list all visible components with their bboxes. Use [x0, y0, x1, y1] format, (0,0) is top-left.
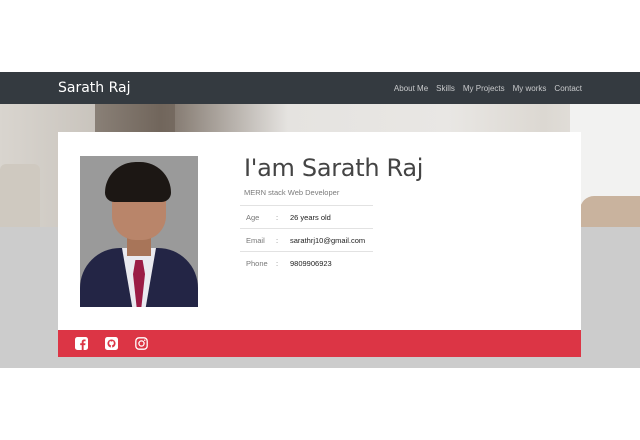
- nav-about-me[interactable]: About Me: [394, 84, 428, 93]
- detail-value: 9809906923: [290, 251, 373, 274]
- nav-skills[interactable]: Skills: [436, 84, 455, 93]
- detail-separator: :: [276, 205, 290, 229]
- profile-name: I'am Sarath Raj: [244, 154, 424, 182]
- brand-name[interactable]: Sarath Raj: [58, 78, 131, 98]
- github-icon[interactable]: [105, 337, 118, 350]
- table-row: Email : sarathrj10@gmail.com: [240, 228, 373, 252]
- profile-role: MERN stack Web Developer: [244, 188, 340, 197]
- social-bar: [58, 330, 581, 357]
- detail-separator: :: [276, 228, 290, 252]
- table-row: Age : 26 years old: [240, 205, 373, 229]
- instagram-icon[interactable]: [135, 337, 148, 350]
- nav-my-works[interactable]: My works: [513, 84, 547, 93]
- profile-photo: [80, 156, 198, 307]
- profile-card: I'am Sarath Raj MERN stack Web Developer…: [58, 132, 581, 330]
- hero-shape: [580, 196, 640, 227]
- hero-shape: [95, 104, 175, 134]
- nav-my-projects[interactable]: My Projects: [463, 84, 505, 93]
- detail-value: sarathrj10@gmail.com: [290, 228, 373, 252]
- hero-shape: [0, 164, 40, 227]
- detail-value: 26 years old: [290, 205, 373, 229]
- photo-hair: [105, 162, 171, 202]
- nav-links: About Me Skills My Projects My works Con…: [394, 72, 582, 104]
- detail-key: Age: [240, 205, 276, 229]
- table-row: Phone : 9809906923: [240, 251, 373, 274]
- profile-details-table: Age : 26 years old Email : sarathrj10@gm…: [240, 205, 373, 274]
- detail-separator: :: [276, 251, 290, 274]
- nav-contact[interactable]: Contact: [554, 84, 582, 93]
- detail-key: Phone: [240, 251, 276, 274]
- navbar: Sarath Raj About Me Skills My Projects M…: [0, 72, 640, 104]
- facebook-icon[interactable]: [75, 337, 88, 350]
- detail-key: Email: [240, 228, 276, 252]
